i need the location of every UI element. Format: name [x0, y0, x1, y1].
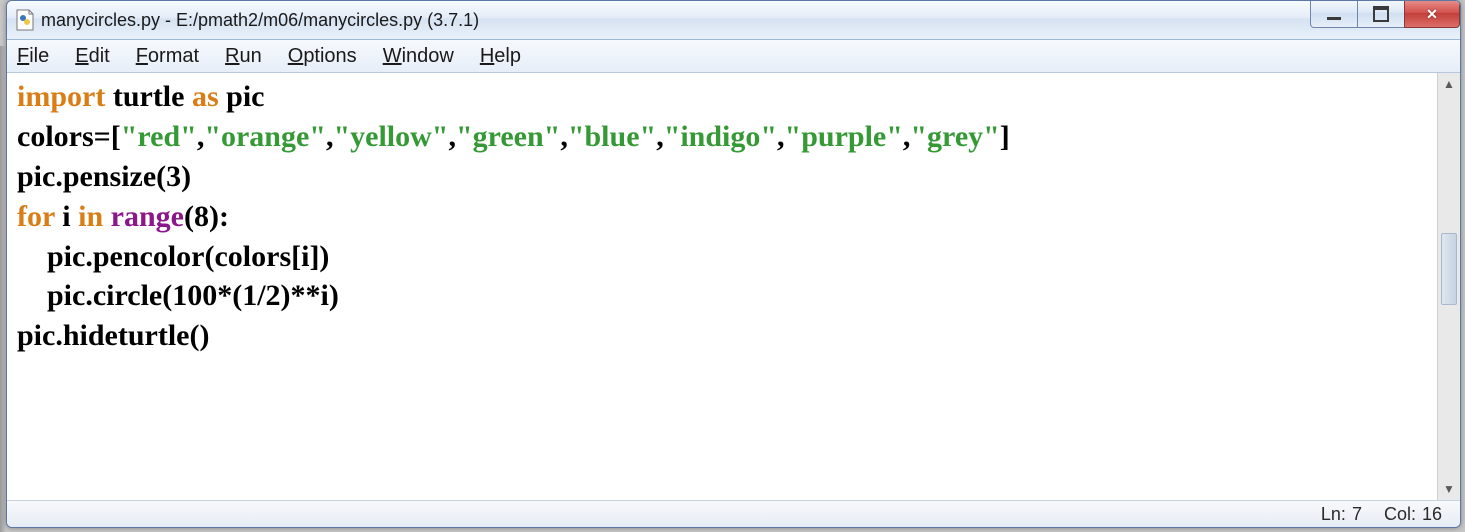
scroll-thumb[interactable]	[1441, 233, 1457, 305]
titlebar[interactable]: manycircles.py - E:/pmath2/m06/manycircl…	[7, 1, 1460, 40]
col-value: 16	[1422, 504, 1442, 525]
str-indigo: "indigo"	[664, 120, 777, 153]
str-green: "green"	[456, 120, 560, 153]
scroll-down-icon[interactable]: ▼	[1438, 478, 1460, 500]
editor-area: import turtle as pic colors=["red","oran…	[7, 73, 1460, 500]
kw-as: as	[192, 80, 219, 113]
menu-window[interactable]: Window	[383, 45, 454, 68]
menu-edit[interactable]: Edit	[75, 45, 109, 68]
statusbar: Ln: 7 Col: 16	[7, 500, 1460, 527]
kw-for: for	[17, 200, 55, 233]
ln-value: 7	[1352, 504, 1362, 525]
close-icon: ✕	[1426, 6, 1438, 23]
str-orange: "orange"	[204, 120, 326, 153]
vertical-scrollbar[interactable]: ▲ ▼	[1437, 73, 1460, 500]
close-button[interactable]: ✕	[1404, 1, 1460, 28]
menu-options[interactable]: Options	[288, 45, 357, 68]
str-blue: "blue"	[568, 120, 656, 153]
maximize-icon	[1373, 6, 1389, 22]
minimize-button[interactable]	[1310, 1, 1358, 28]
kw-in: in	[78, 200, 103, 233]
window-controls: ✕	[1311, 1, 1460, 29]
ln-label: Ln:	[1321, 504, 1346, 525]
window-title: manycircles.py - E:/pmath2/m06/manycircl…	[41, 10, 479, 31]
idle-window: manycircles.py - E:/pmath2/m06/manycircl…	[6, 0, 1461, 528]
scroll-up-icon[interactable]: ▲	[1438, 73, 1460, 95]
kw-import: import	[17, 80, 105, 113]
menu-run[interactable]: Run	[225, 45, 262, 68]
col-label: Col:	[1384, 504, 1416, 525]
python-idle-icon	[15, 9, 35, 31]
minimize-icon	[1327, 17, 1341, 20]
str-purple: "purple"	[785, 120, 903, 153]
menu-help[interactable]: Help	[480, 45, 521, 68]
str-yellow: "yellow"	[333, 120, 448, 153]
code-editor[interactable]: import turtle as pic colors=["red","oran…	[7, 73, 1437, 500]
menu-format[interactable]: Format	[136, 45, 199, 68]
str-red: "red"	[121, 120, 197, 153]
builtin-range: range	[111, 200, 184, 233]
maximize-button[interactable]	[1357, 1, 1405, 28]
str-grey: "grey"	[910, 120, 999, 153]
menu-file[interactable]: File	[17, 45, 49, 68]
menubar: File Edit Format Run Options Window Help	[7, 40, 1460, 73]
